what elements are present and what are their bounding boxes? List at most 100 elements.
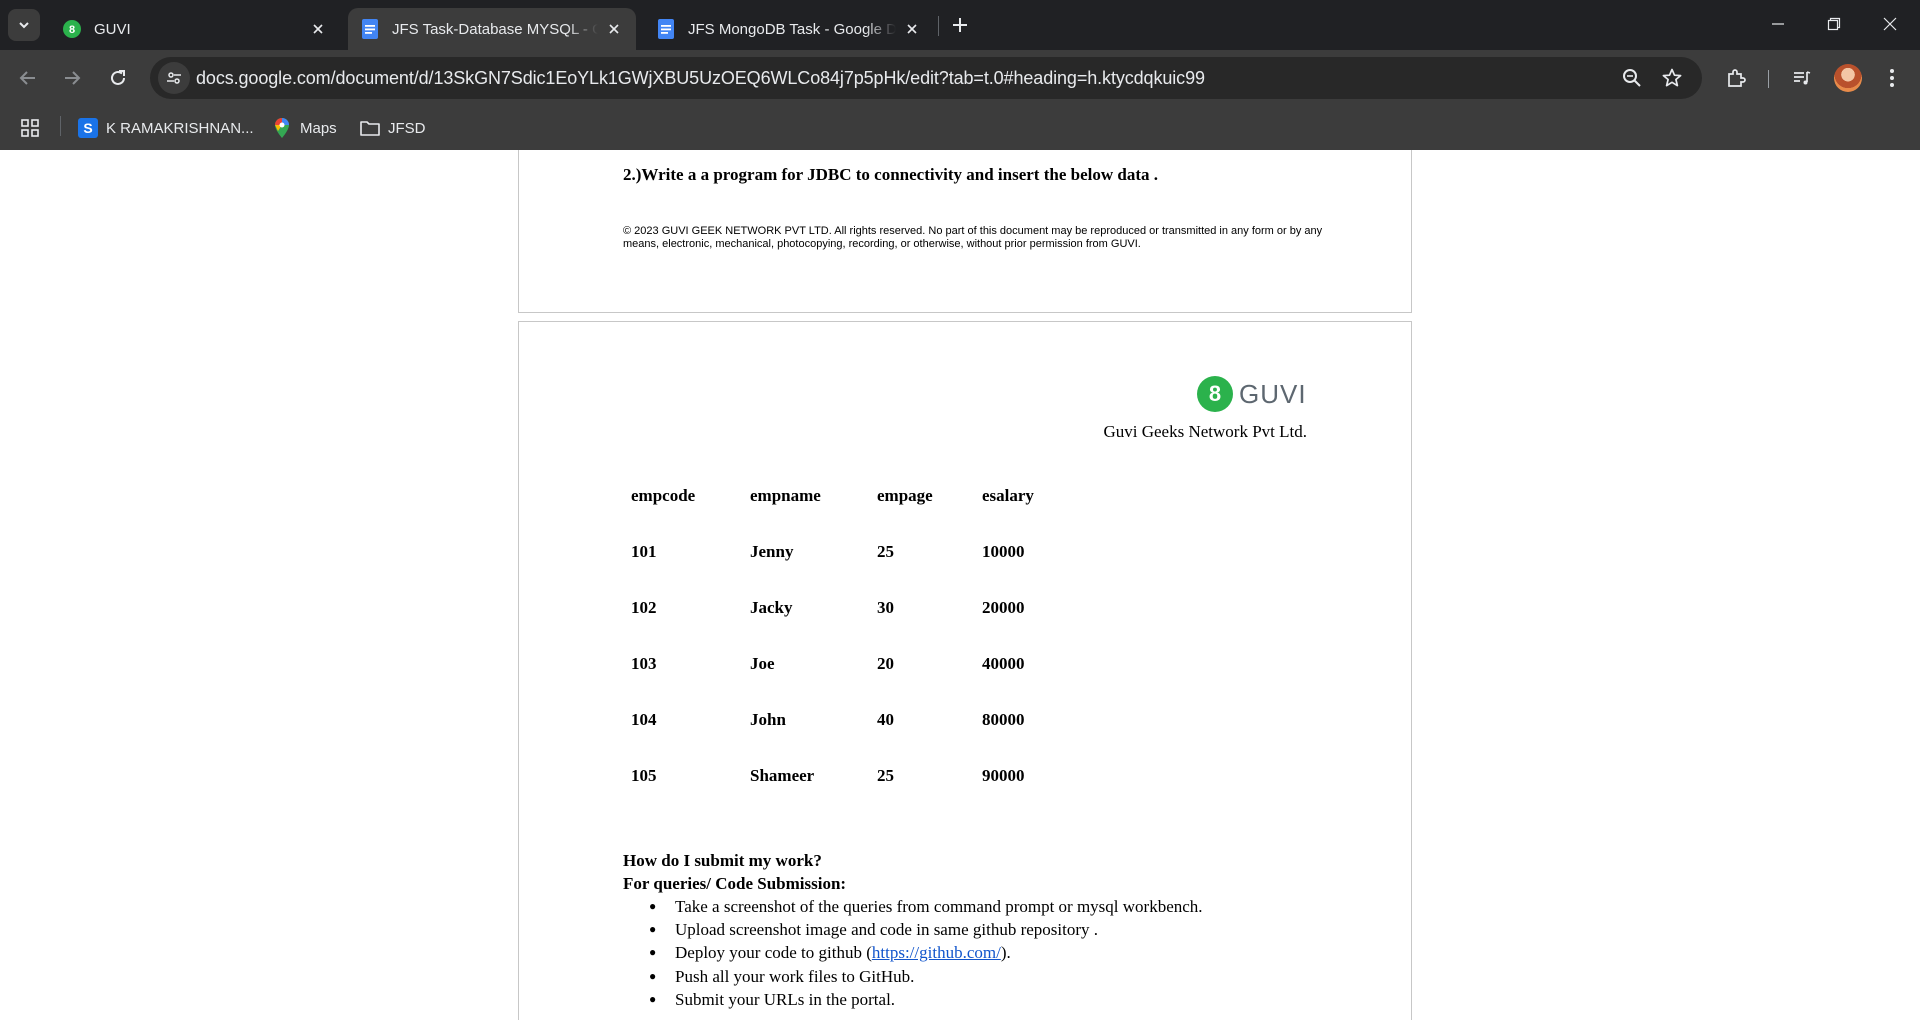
- close-icon: [1883, 17, 1897, 31]
- github-link[interactable]: https://github.com/: [872, 943, 1001, 962]
- apps-grid-icon: [21, 119, 39, 137]
- table-cell: Joe: [750, 654, 775, 673]
- arrow-left-icon: [19, 71, 35, 85]
- restore-button[interactable]: [1806, 0, 1862, 48]
- svg-text:8: 8: [69, 24, 75, 36]
- table-cell: 25: [877, 766, 894, 785]
- list-item: Push all your work files to GitHub.: [623, 965, 1203, 988]
- bookmark-maps[interactable]: Maps: [272, 116, 337, 140]
- bookmark-star-button[interactable]: [1660, 66, 1684, 90]
- tab-title: JFS Task-Database MYSQL - Google Docs: [392, 20, 598, 38]
- table-cell: 40000: [982, 654, 1025, 673]
- bookmarks-separator: [60, 116, 61, 136]
- table-cell: John: [750, 710, 786, 729]
- new-tab-button[interactable]: [946, 11, 974, 39]
- tab-title: GUVI: [94, 20, 131, 38]
- table-header-cell: empcode: [631, 486, 696, 505]
- extensions-button[interactable]: [1722, 64, 1750, 92]
- queue-music-icon: [1794, 71, 1811, 85]
- google-docs-icon: [656, 19, 676, 39]
- maps-pin-icon: [272, 118, 292, 138]
- puzzle-icon: [1728, 69, 1746, 87]
- table-header-row: empcode empname empage esalary: [631, 468, 1082, 524]
- arrow-right-icon: [65, 71, 81, 85]
- table-cell: 25: [877, 542, 894, 561]
- table-cell: 102: [631, 598, 657, 617]
- browser-toolbar: docs.google.com/document/d/13SkGN7Sdic1E…: [0, 50, 1920, 106]
- minimize-icon: [1772, 23, 1784, 25]
- url-text[interactable]: docs.google.com/document/d/13SkGN7Sdic1E…: [196, 68, 1205, 89]
- bookmark-label: JFSD: [388, 119, 426, 137]
- bookmark-label: Maps: [300, 119, 337, 137]
- submission-subheading: For queries/ Code Submission:: [623, 874, 847, 893]
- list-item: Take a screenshot of the queries from co…: [623, 895, 1203, 918]
- table-cell: 90000: [982, 766, 1025, 785]
- step-text: ).: [1000, 943, 1011, 963]
- bookmark-k-ramakrishnan[interactable]: S K RAMAKRISHNAN...: [78, 116, 254, 140]
- tab-jfs-mysql[interactable]: JFS Task-Database MYSQL - Google Docs: [348, 8, 636, 50]
- tab-title: JFS MongoDB Task - Google Docs: [688, 20, 896, 38]
- google-docs-icon: [360, 19, 380, 39]
- more-vertical-icon: [1890, 69, 1894, 87]
- table-cell: 104: [631, 710, 657, 729]
- url-domain: docs.google.com: [196, 68, 331, 88]
- close-tab-icon[interactable]: [308, 19, 328, 39]
- table-header-cell: empname: [750, 486, 821, 505]
- guvi-logo-icon: 8: [1197, 376, 1233, 412]
- close-tab-icon[interactable]: [604, 19, 624, 39]
- table-cell: Jenny: [750, 542, 794, 561]
- table-row: 102 Jacky 30 20000: [631, 580, 1082, 636]
- back-button[interactable]: [12, 62, 44, 94]
- plus-icon: [953, 18, 967, 32]
- tab-strip: 8 GUVI JFS Task-Database MYSQL - Google …: [0, 0, 1920, 50]
- submission-question: How do I submit my work?: [623, 851, 822, 870]
- zoom-icon: [1623, 69, 1641, 87]
- guvi-logo-text: GUVI: [1239, 378, 1307, 409]
- table-cell: 20: [877, 654, 894, 673]
- table-cell: 101: [631, 542, 657, 561]
- guvi-logo: 8 GUVI: [1197, 376, 1307, 412]
- reload-icon: [111, 70, 125, 85]
- company-name: Guvi Geeks Network Pvt Ltd.: [1103, 422, 1307, 441]
- folder-icon: [360, 118, 380, 138]
- table-cell: Jacky: [750, 598, 793, 617]
- table-header-cell: empage: [877, 486, 933, 505]
- reload-button[interactable]: [102, 62, 134, 94]
- close-tab-icon[interactable]: [902, 19, 922, 39]
- address-bar[interactable]: docs.google.com/document/d/13SkGN7Sdic1E…: [150, 57, 1702, 99]
- browser-menu-button[interactable]: [1878, 64, 1906, 92]
- table-cell: 40: [877, 710, 894, 729]
- tab-guvi[interactable]: 8 GUVI: [50, 8, 340, 50]
- table-row: 101 Jenny 25 10000: [631, 524, 1082, 580]
- document-page: 8 GUVI Guvi Geeks Network Pvt Ltd. empco…: [518, 321, 1412, 1020]
- forward-button[interactable]: [56, 62, 88, 94]
- close-window-button[interactable]: [1862, 0, 1918, 48]
- bookmarks-bar: S K RAMAKRISHNAN... Maps JFSD: [0, 106, 1920, 150]
- zoom-button[interactable]: [1620, 66, 1644, 90]
- site-info-button[interactable]: [158, 62, 190, 94]
- profile-avatar[interactable]: [1834, 64, 1862, 92]
- table-cell: 30: [877, 598, 894, 617]
- apps-button[interactable]: [20, 116, 40, 140]
- tab-separator: [938, 16, 939, 36]
- toolbar-divider: [1768, 70, 1769, 88]
- minimize-button[interactable]: [1750, 0, 1806, 48]
- bookmark-jfsd[interactable]: JFSD: [360, 116, 426, 140]
- copyright-notice: © 2023 GUVI GEEK NETWORK PVT LTD. All ri…: [623, 225, 1323, 250]
- table-cell: 10000: [982, 542, 1025, 561]
- table-cell: Shameer: [750, 766, 815, 785]
- url-path: /document/d/13SkGN7Sdic1EoYLk1GWjXBU5UzO…: [330, 68, 1205, 88]
- media-controls-button[interactable]: [1788, 64, 1816, 92]
- tab-jfs-mongodb[interactable]: JFS MongoDB Task - Google Docs: [644, 8, 934, 50]
- table-row: 105 Shameer 25 90000: [631, 748, 1082, 804]
- star-icon: [1662, 68, 1682, 87]
- step-text: Deploy your code to github (: [675, 943, 872, 963]
- list-item: Submit your URLs in the portal.: [623, 988, 1203, 1011]
- chevron-down-icon: [19, 22, 29, 29]
- tab-search-button[interactable]: [8, 9, 40, 41]
- document-viewport[interactable]: 2.)Write a a program for JDBC to connect…: [0, 150, 1920, 1020]
- employee-table: empcode empname empage esalary 101 Jenny…: [631, 468, 1082, 804]
- list-item: Deploy your code to github (https://gith…: [623, 941, 1203, 964]
- tune-icon: [167, 72, 181, 84]
- document-page: 2.)Write a a program for JDBC to connect…: [518, 150, 1412, 313]
